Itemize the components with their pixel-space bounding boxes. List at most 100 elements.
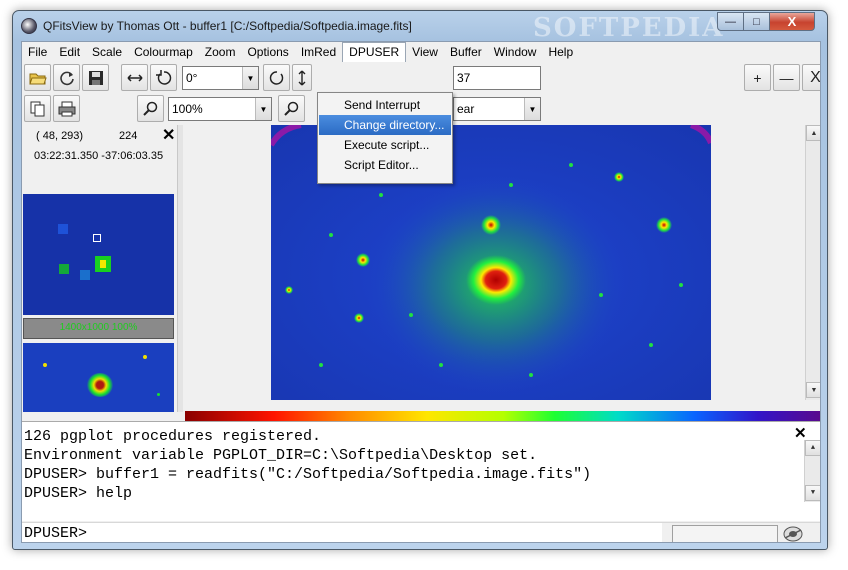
floppy-disk-icon xyxy=(88,70,103,85)
star-dot xyxy=(143,355,147,359)
zoom-tool-button[interactable] xyxy=(137,95,164,122)
thumbnail-label: 1400x1000 100% xyxy=(23,318,174,339)
rotation-value: 0° xyxy=(186,71,198,85)
rotate-cw-icon xyxy=(269,70,283,85)
zoom-value: 100% xyxy=(172,102,203,116)
console-line: DPUSER> help xyxy=(24,485,133,502)
rotate-ccw-icon xyxy=(155,69,171,85)
cursor-marker xyxy=(93,234,101,242)
star-core-pixel xyxy=(100,260,106,268)
magnifier-view[interactable] xyxy=(23,194,174,315)
pixel-value: 224 xyxy=(119,130,138,142)
image-scrollbar[interactable]: ▲ ▼ xyxy=(805,125,820,400)
title-bar[interactable]: QFitsView by Thomas Ott - buffer1 [C:/So… xyxy=(13,11,827,43)
menu-help[interactable]: Help xyxy=(542,42,579,62)
galaxy-thumb xyxy=(87,373,113,397)
scroll-up-icon[interactable]: ▲ xyxy=(805,440,820,456)
menu-bar: File Edit Scale Colourmap Zoom Options I… xyxy=(22,42,820,62)
double-arrow-horizontal-icon xyxy=(126,73,143,82)
rotation-combo[interactable]: 0° ▼ xyxy=(182,66,259,90)
maximize-button[interactable]: □ xyxy=(743,12,770,31)
scroll-down-icon[interactable]: ▼ xyxy=(805,485,820,501)
client-area: File Edit Scale Colourmap Zoom Options I… xyxy=(21,41,821,543)
close-panel-button[interactable]: X xyxy=(802,64,820,91)
menu-options[interactable]: Options xyxy=(241,42,294,62)
magnifier-icon xyxy=(283,101,298,116)
command-prompt: DPUSER> xyxy=(24,525,88,542)
star-pixel-2 xyxy=(59,264,69,274)
rotate-button[interactable] xyxy=(150,64,177,91)
menu-execute-script[interactable]: Execute script... xyxy=(319,135,451,155)
status-logo-icon xyxy=(782,524,804,542)
menu-imred[interactable]: ImRed xyxy=(295,42,342,62)
minimize-button[interactable]: — xyxy=(717,12,744,31)
console-line: 126 pgplot procedures registered. xyxy=(24,428,322,445)
window-title: QFitsView by Thomas Ott - buffer1 [C:/So… xyxy=(43,19,412,33)
open-folder-button[interactable] xyxy=(24,64,51,91)
menu-view[interactable]: View xyxy=(406,42,444,62)
star-pixel-3 xyxy=(80,270,90,280)
chevron-down-icon[interactable]: ▼ xyxy=(524,98,540,120)
copy-button[interactable] xyxy=(24,95,51,122)
menu-send-interrupt[interactable]: Send Interrupt xyxy=(319,95,451,115)
zoom-tool-2-button[interactable] xyxy=(278,95,305,122)
console-line: DPUSER> buffer1 = readfits("C:/Softpedia… xyxy=(24,466,592,483)
magnifier-icon xyxy=(142,101,157,116)
console-line: Environment variable PGPLOT_DIR=C:\Softp… xyxy=(24,447,538,464)
menu-file[interactable]: File xyxy=(22,42,53,62)
dpuser-console[interactable]: 126 pgplot procedures registered. Enviro… xyxy=(22,421,820,521)
menu-script-editor[interactable]: Script Editor... xyxy=(319,155,451,175)
printer-icon xyxy=(58,101,75,116)
scale-value: ear xyxy=(457,102,475,116)
scroll-up-icon[interactable]: ▲ xyxy=(806,125,820,141)
command-input[interactable]: DPUSER> xyxy=(22,523,662,542)
menu-dpuser[interactable]: DPUSER xyxy=(342,42,407,62)
copy-icon xyxy=(30,101,44,116)
sky-coordinates: 03:22:31.350 -37:06:03.35 xyxy=(34,150,164,162)
left-info-panel: ( 48, 293) 224 ✕ 03:22:31.350 -37:06:03.… xyxy=(22,125,187,412)
chevron-down-icon[interactable]: ▼ xyxy=(242,67,258,89)
pixel-coordinates: ( 48, 293) xyxy=(36,130,84,142)
pixel-block xyxy=(58,224,68,234)
menu-edit[interactable]: Edit xyxy=(53,42,86,62)
scale-combo[interactable]: ear ▼ xyxy=(453,97,541,121)
folder-icon xyxy=(28,73,47,84)
dpuser-dropdown-menu: Send Interrupt Change directory... Execu… xyxy=(317,92,453,184)
menu-change-directory[interactable]: Change directory... xyxy=(319,115,451,135)
menu-scale[interactable]: Scale xyxy=(86,42,128,62)
menu-zoom[interactable]: Zoom xyxy=(199,42,242,62)
menu-buffer[interactable]: Buffer xyxy=(444,42,488,62)
image-view[interactable]: ▲ ▼ xyxy=(185,125,820,412)
zoom-out-minus-button[interactable]: — xyxy=(773,64,800,91)
double-arrow-vertical-icon xyxy=(298,70,306,85)
menu-window[interactable]: Window xyxy=(488,42,543,62)
star-dot xyxy=(157,393,160,396)
status-field xyxy=(672,525,778,542)
close-icon[interactable]: ✕ xyxy=(162,125,175,145)
console-scrollbar[interactable]: ▲ ▼ xyxy=(804,440,820,502)
colour-bar[interactable] xyxy=(185,411,820,421)
watermark: SOFTPEDIA xyxy=(533,13,725,43)
print-button[interactable] xyxy=(53,95,80,122)
star-dot xyxy=(43,363,47,367)
zoom-combo[interactable]: 100% ▼ xyxy=(168,97,272,121)
save-button[interactable] xyxy=(82,64,109,91)
rotate-cw-button[interactable] xyxy=(263,64,290,91)
zoom-in-plus-button[interactable]: + xyxy=(744,64,771,91)
value-field-text: 37 xyxy=(457,71,471,85)
toolbar-top: 0° ▼ 37 + — X xyxy=(22,62,820,93)
close-window-button[interactable]: X xyxy=(769,12,815,31)
value-field[interactable]: 37 xyxy=(453,66,541,90)
menu-colourmap[interactable]: Colourmap xyxy=(128,42,199,62)
app-window: QFitsView by Thomas Ott - buffer1 [C:/So… xyxy=(12,10,828,550)
flip-horizontal-button[interactable] xyxy=(121,64,148,91)
app-icon xyxy=(21,18,37,34)
chevron-down-icon[interactable]: ▼ xyxy=(255,98,271,120)
refresh-icon xyxy=(59,71,74,85)
panel-splitter[interactable] xyxy=(177,125,183,412)
scroll-down-icon[interactable]: ▼ xyxy=(806,382,820,398)
overview-thumbnail[interactable] xyxy=(23,343,174,412)
command-line: DPUSER> xyxy=(22,522,820,542)
reload-button[interactable] xyxy=(53,64,80,91)
flip-vertical-button[interactable] xyxy=(292,64,312,91)
